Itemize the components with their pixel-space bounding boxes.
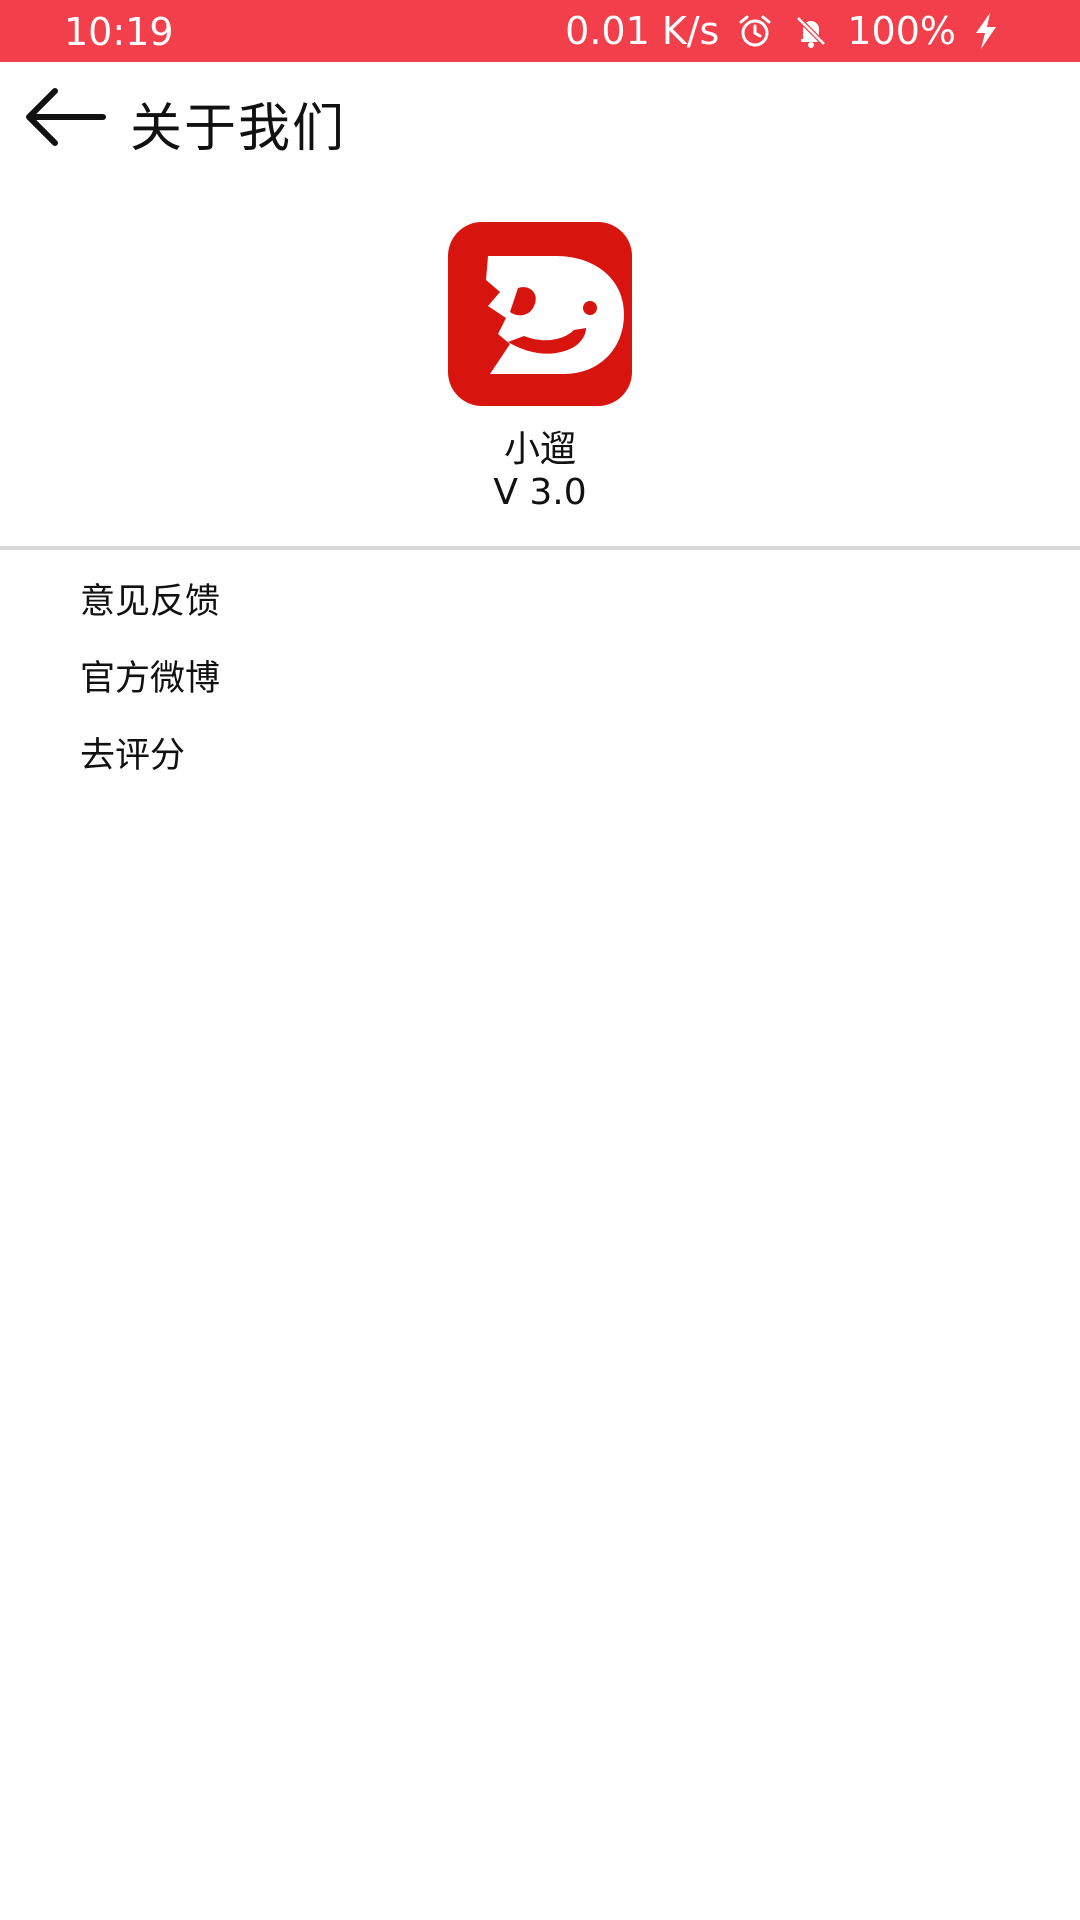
battery-level: 100% (847, 9, 956, 53)
status-bar: 10:19 0.01 K/s 100% (0, 0, 1080, 62)
status-indicators: 0.01 K/s 100% (565, 6, 1022, 56)
status-time: 10:19 (64, 10, 174, 54)
app-bar: 关于我们 (0, 62, 1080, 172)
menu-item-official-weibo[interactable]: 官方微博 (0, 637, 1080, 714)
menu-item-feedback[interactable]: 意见反馈 (0, 560, 1080, 637)
charging-bolt-icon (966, 11, 1006, 51)
about-menu: 意见反馈 官方微博 去评分 (0, 560, 1080, 791)
alarm-icon (735, 11, 775, 51)
app-version: V 3.0 (493, 472, 587, 513)
notifications-off-icon (791, 11, 831, 51)
divider (0, 546, 1080, 550)
app-name: 小遛 (503, 429, 576, 470)
app-logo (448, 222, 632, 406)
page-title: 关于我们 (130, 99, 347, 159)
back-button[interactable] (20, 82, 110, 152)
menu-item-rate-app[interactable]: 去评分 (0, 714, 1080, 791)
network-speed: 0.01 K/s (565, 9, 720, 53)
arrow-left-icon (26, 88, 106, 146)
